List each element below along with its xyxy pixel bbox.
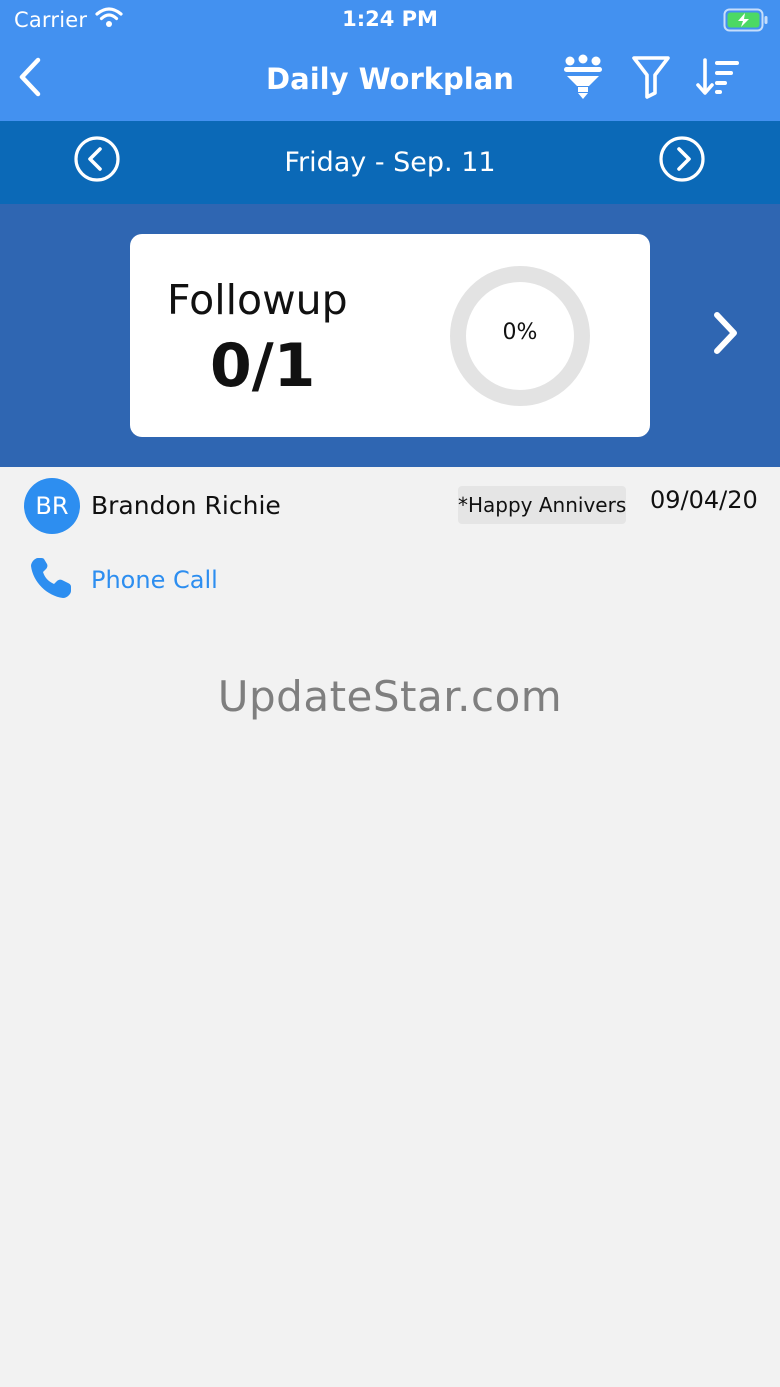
phone-call-link[interactable]: Phone Call bbox=[91, 566, 218, 594]
next-summary-button[interactable] bbox=[700, 310, 750, 360]
note-badge: *Happy Anniversary bbox=[458, 486, 626, 524]
sort-button[interactable] bbox=[693, 54, 743, 104]
people-funnel-icon bbox=[561, 54, 605, 104]
summary-band: Followup 0/1 0% bbox=[0, 204, 780, 467]
status-time: 1:24 PM bbox=[342, 7, 438, 31]
followup-summary-card[interactable]: Followup 0/1 0% bbox=[130, 234, 650, 437]
group-filter-button[interactable] bbox=[558, 54, 608, 104]
summary-title: Followup bbox=[167, 276, 348, 324]
battery-icon bbox=[723, 8, 769, 36]
filter-button[interactable] bbox=[626, 54, 676, 104]
contact-name: Brandon Richie bbox=[91, 491, 281, 520]
sort-descending-icon bbox=[695, 57, 741, 101]
next-day-button[interactable] bbox=[657, 136, 707, 186]
note-text: *Happy Anniversary bbox=[458, 493, 626, 517]
avatar: BR bbox=[24, 478, 80, 534]
item-date: 09/04/20 bbox=[650, 486, 758, 514]
list-item[interactable]: BR Brandon Richie *Happy Anniversary 09/… bbox=[0, 467, 780, 617]
summary-count: 0/1 bbox=[210, 331, 316, 401]
nav-bar: Daily Workplan bbox=[0, 40, 780, 121]
chevron-right-icon bbox=[710, 310, 740, 360]
progress-percent: 0% bbox=[502, 320, 538, 345]
phone-icon[interactable] bbox=[29, 556, 75, 600]
status-bar: Carrier 1:24 PM bbox=[0, 0, 780, 40]
watermark-text: UpdateStar.com bbox=[217, 672, 563, 721]
circle-chevron-right-icon bbox=[658, 135, 706, 187]
funnel-icon bbox=[631, 55, 671, 103]
date-navigation-bar: Friday - Sep. 11 bbox=[0, 121, 780, 204]
